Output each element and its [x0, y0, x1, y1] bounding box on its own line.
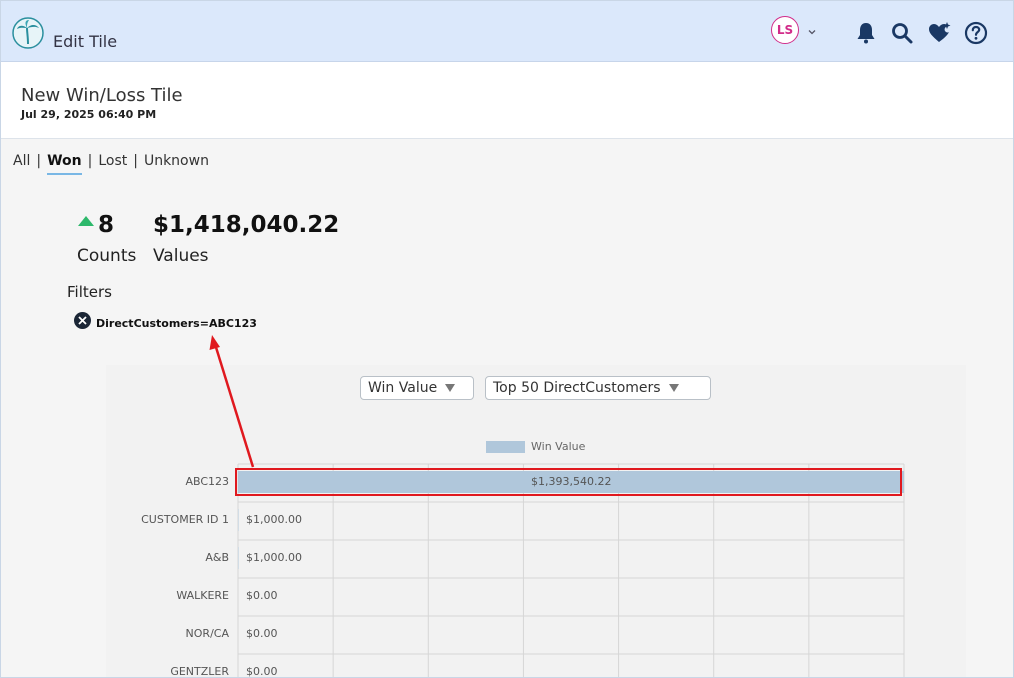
category-label: A&B [205, 551, 229, 564]
category-label: ABC123 [185, 475, 229, 488]
help-icon[interactable] [964, 21, 988, 45]
filter-chip: DirectCustomers=ABC123 [96, 317, 257, 330]
grouping-dropdown-value: Top 50 DirectCustomers [493, 380, 661, 396]
data-label: $0.00 [246, 665, 278, 678]
tab-separator: | [87, 153, 93, 169]
tile-title: New Win/Loss Tile [21, 85, 183, 106]
count-value: 8 [98, 212, 115, 238]
dropdown-caret-icon [445, 384, 456, 392]
app-title: Edit Tile [53, 32, 118, 51]
tab-separator: | [36, 153, 42, 169]
top-bar: Edit Tile LS [1, 1, 1013, 62]
grouping-dropdown[interactable]: Top 50 DirectCustomers [485, 376, 711, 400]
tile-date: Jul 29, 2025 06:40 PM [21, 108, 157, 121]
value-label: Values [153, 246, 209, 266]
legend-label: Win Value [531, 440, 586, 453]
search-icon[interactable] [890, 21, 914, 45]
tab-all[interactable]: All [13, 153, 30, 169]
tab-separator: | [133, 153, 138, 169]
total-value: $1,418,040.22 [153, 212, 340, 238]
category-label: WALKERE [176, 589, 229, 602]
filters-heading: Filters [67, 283, 112, 301]
data-label: $1,000.00 [246, 551, 302, 564]
data-label: $0.00 [246, 589, 278, 602]
app-window: Edit Tile LS New Win/Loss Tile Jul 29, 2… [0, 0, 1014, 678]
outcome-tabs: All | Won | Lost | Unknown [13, 153, 209, 175]
heart-sparkle-icon[interactable] [927, 21, 951, 45]
chart-panel [106, 365, 966, 677]
highlight-box [235, 468, 902, 496]
tile-header: New Win/Loss Tile Jul 29, 2025 06:40 PM [1, 62, 1013, 139]
category-label: CUSTOMER ID 1 [141, 513, 229, 526]
legend-swatch [486, 441, 525, 453]
bell-icon[interactable] [854, 21, 878, 45]
tab-lost[interactable]: Lost [98, 153, 127, 169]
data-label: $0.00 [246, 627, 278, 640]
tab-won[interactable]: Won [47, 153, 82, 175]
dropdown-caret-icon [668, 384, 679, 392]
palm-logo-icon[interactable] [12, 17, 44, 49]
trend-up-icon [78, 216, 94, 226]
chevron-down-icon[interactable] [807, 27, 817, 37]
category-label: GENTZLER [170, 665, 229, 678]
data-label: $1,000.00 [246, 513, 302, 526]
user-avatar[interactable]: LS [771, 16, 799, 44]
measure-dropdown-value: Win Value [368, 380, 438, 396]
remove-filter-icon[interactable] [74, 312, 91, 329]
measure-dropdown[interactable]: Win Value [360, 376, 474, 400]
count-label: Counts [77, 246, 137, 266]
tab-unknown[interactable]: Unknown [144, 153, 209, 169]
category-label: NOR/CA [185, 627, 229, 640]
